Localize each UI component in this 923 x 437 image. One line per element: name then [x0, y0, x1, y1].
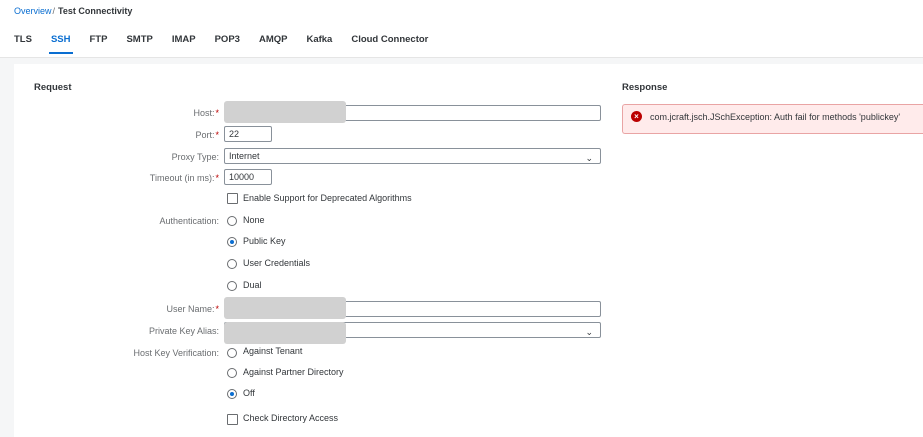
timeout-label-text: Timeout (in ms):: [149, 173, 215, 183]
host-label: Host:*: [19, 108, 219, 118]
check-directory-access-label: Check Directory Access: [243, 413, 339, 423]
tab-kafka[interactable]: Kafka: [306, 34, 332, 51]
private-key-alias-redacted-mask: [224, 322, 346, 344]
username-required-mark: *: [215, 304, 219, 314]
auth-user-credentials-radio[interactable]: [227, 259, 237, 269]
tab-imap[interactable]: IMAP: [172, 34, 196, 51]
tab-pop3[interactable]: POP3: [215, 34, 240, 51]
host-key-verification-label: Host Key Verification:: [133, 348, 219, 358]
proxy-type-select[interactable]: Internet ⌄: [224, 148, 601, 164]
host-label-text: Host:: [193, 108, 215, 118]
tab-ssh[interactable]: SSH: [48, 34, 73, 54]
auth-user-credentials-label: User Credentials: [243, 258, 311, 268]
deprecated-algorithms-label: Enable Support for Deprecated Algorithms: [243, 193, 412, 203]
auth-dual-label: Dual: [243, 280, 262, 290]
auth-public-key-label: Public Key: [243, 236, 286, 246]
port-label: Port:*: [19, 130, 219, 140]
protocol-tabs: TLS SSH FTP SMTP IMAP POP3 AMQP Kafka Cl…: [14, 34, 447, 54]
hostkey-off-radio[interactable]: [227, 389, 237, 399]
hostkey-against-partner-directory-label: Against Partner Directory: [243, 367, 344, 377]
deprecated-algorithms-checkbox[interactable]: [227, 193, 238, 204]
host-redacted-mask: [224, 101, 346, 123]
breadcrumb: Overview/Test Connectivity: [14, 6, 132, 16]
chevron-down-icon: ⌄: [585, 153, 593, 163]
auth-dual-radio[interactable]: [227, 281, 237, 291]
response-title: Response: [622, 82, 668, 93]
chevron-down-icon: ⌄: [585, 327, 593, 337]
auth-none-label: None: [243, 215, 265, 225]
hostkey-against-tenant-label: Against Tenant: [243, 346, 303, 356]
error-icon: ×: [631, 111, 642, 122]
header-bar: Overview/Test Connectivity TLS SSH FTP S…: [0, 0, 923, 58]
check-directory-access-checkbox[interactable]: [227, 414, 238, 425]
timeout-input[interactable]: 10000: [224, 169, 272, 185]
private-key-alias-label: Private Key Alias:: [148, 326, 219, 336]
hostkey-against-tenant-radio[interactable]: [227, 348, 237, 358]
request-title: Request: [34, 82, 72, 93]
tab-amqp[interactable]: AMQP: [259, 34, 288, 51]
username-label: User Name:*: [19, 304, 219, 314]
tab-tls[interactable]: TLS: [14, 34, 32, 51]
port-label-text: Port:: [195, 130, 215, 140]
auth-public-key-radio[interactable]: [227, 237, 237, 247]
timeout-label: Timeout (in ms):*: [19, 173, 219, 183]
timeout-required-mark: *: [215, 173, 219, 183]
proxy-type-label: Proxy Type:: [171, 152, 219, 162]
port-required-mark: *: [215, 130, 219, 140]
username-label-text: User Name:: [166, 304, 215, 314]
port-input[interactable]: 22: [224, 126, 272, 142]
error-message-strip: × com.jcraft.jsch.JSchException: Auth fa…: [622, 104, 923, 134]
breadcrumb-separator: /: [52, 6, 56, 16]
username-redacted-mask: [224, 297, 346, 319]
breadcrumb-current: Test Connectivity: [58, 6, 133, 16]
hostkey-against-partner-directory-radio[interactable]: [227, 368, 237, 378]
tab-cloud-connector[interactable]: Cloud Connector: [351, 34, 428, 51]
error-message-text: com.jcraft.jsch.JSchException: Auth fail…: [650, 112, 901, 122]
tab-ftp[interactable]: FTP: [90, 34, 108, 51]
tab-smtp[interactable]: SMTP: [126, 34, 152, 51]
host-required-mark: *: [215, 108, 219, 118]
authentication-label: Authentication:: [159, 216, 219, 226]
breadcrumb-overview-link[interactable]: Overview: [14, 6, 52, 16]
auth-none-radio[interactable]: [227, 216, 237, 226]
hostkey-off-label: Off: [243, 388, 255, 398]
proxy-type-value: Internet: [229, 151, 260, 161]
